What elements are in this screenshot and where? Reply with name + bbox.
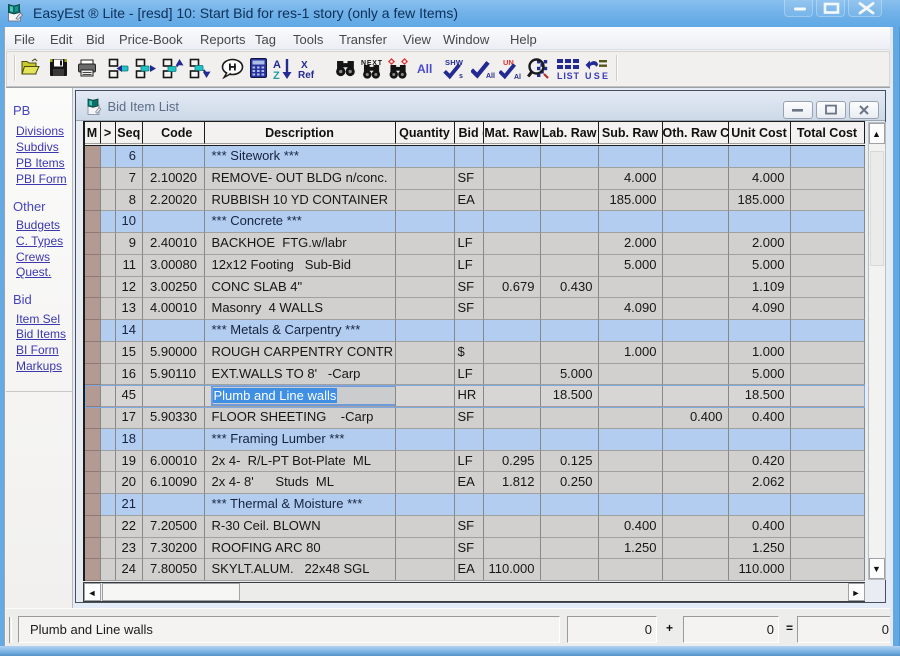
svg-text:All: All (486, 73, 495, 80)
svg-text:Z: Z (273, 70, 280, 80)
svg-text:Ref: Ref (298, 70, 315, 80)
svg-text:USE: USE (585, 71, 608, 80)
svg-text:LIST: LIST (557, 71, 580, 80)
svg-text:Al: Al (514, 74, 521, 80)
svg-text:All: All (417, 62, 432, 76)
svg-text:s: s (459, 73, 463, 80)
svg-text:SHW: SHW (445, 58, 464, 67)
